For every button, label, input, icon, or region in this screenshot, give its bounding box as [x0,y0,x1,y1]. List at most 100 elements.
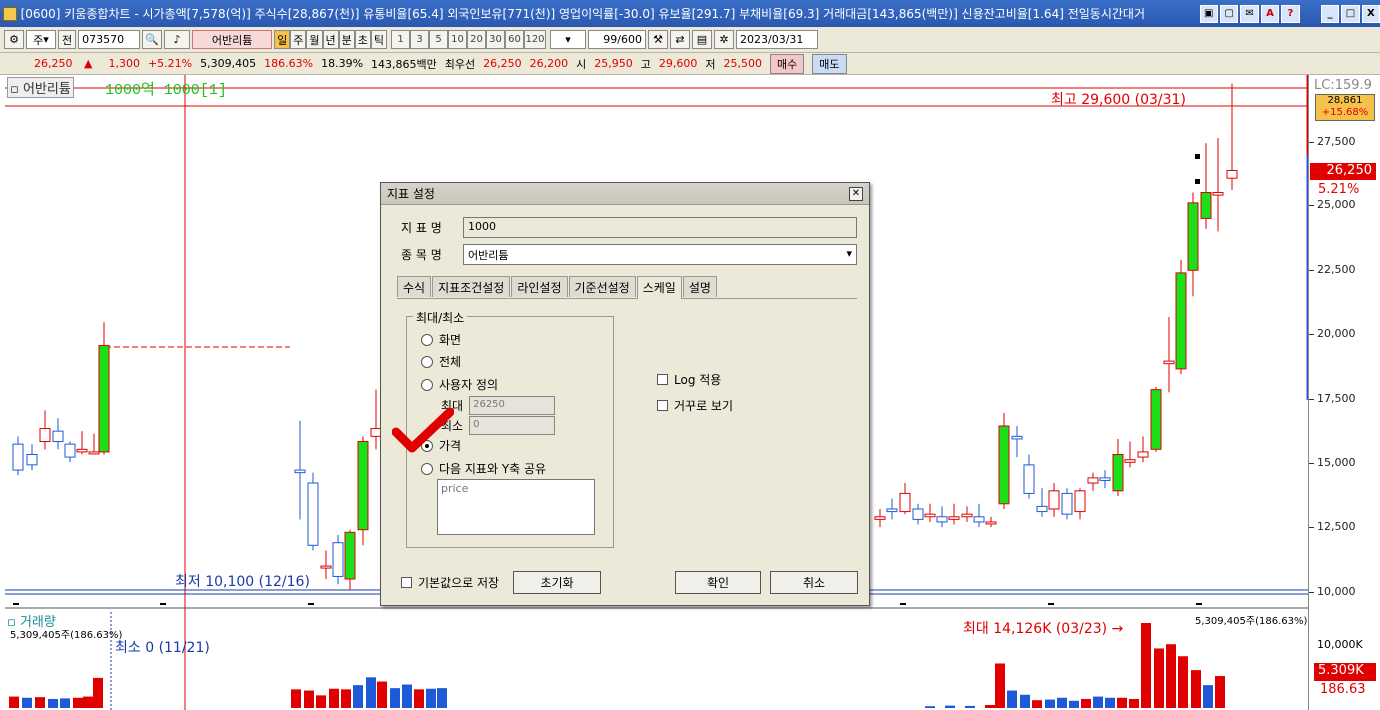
speaker-icon[interactable]: ♪ [164,30,191,49]
chart-stock-label: ▫ 어반리튬 [7,77,74,98]
checkbox-box [657,400,668,411]
name-field[interactable]: 1000 [463,217,857,238]
tab-baseline[interactable]: 기준선설정 [568,276,636,297]
candle-body [924,513,936,518]
help-button[interactable]: ? [1281,4,1300,23]
minute-60[interactable]: 60 [505,30,524,49]
volume-bar [1093,696,1103,708]
reset-button[interactable]: 초기화 [513,571,601,594]
tools-icon[interactable]: ⚒ [648,30,668,49]
quote-amount: 143,865백만 [371,57,437,71]
ytick-17500: 17,500 [1309,392,1356,405]
max-field[interactable]: 26250 [469,396,556,415]
volume-value: 5,309,405주(186.63%) [10,630,123,641]
volume-bar [1081,698,1091,708]
link-icon[interactable]: ⇄ [670,30,690,49]
date-input[interactable]: 2023/03/31 [736,30,818,49]
volume-bar [945,705,955,708]
close-button[interactable]: X [1361,4,1380,23]
minute-5[interactable]: 5 [429,30,448,49]
window-button[interactable]: ▢ [1219,4,1239,23]
period-tick[interactable]: 틱 [370,30,387,49]
minute-20[interactable]: 20 [467,30,486,49]
tab-scale[interactable]: 스케일 [636,276,682,299]
volume-bar [1166,644,1176,708]
candle-body [357,441,369,531]
jeon-button[interactable]: 전 [58,30,77,49]
radio-share-axis[interactable]: 다음 지표와 Y축 공유 [421,460,546,477]
ok-button[interactable]: 확인 [675,571,761,594]
radio-all[interactable]: 전체 [421,353,461,370]
radio-custom[interactable]: 사용자 정의 [421,376,498,393]
period-second[interactable]: 초 [354,30,371,49]
period-year[interactable]: 년 [322,30,339,49]
minute-120[interactable]: 120 [524,30,546,49]
candle-body [1112,454,1124,492]
tab-condition[interactable]: 지표조건설정 [432,276,511,297]
search-icon[interactable]: 🔍 [142,30,163,49]
stock-select[interactable]: 어반리튬 ▾ [463,244,857,265]
tab-line[interactable]: 라인설정 [511,276,568,297]
dialog-tabs: 수식 지표조건설정 라인설정 기준선설정 스케일 설명 [397,276,857,299]
period-select[interactable]: 주 ▾ [26,30,56,49]
volume-bar [60,698,70,708]
ytick-10000: 10,000 [1309,585,1356,598]
tab-description[interactable]: 설명 [682,276,717,297]
count-input[interactable]: 99/600 [588,30,646,49]
tile-button[interactable]: ▣ [1199,4,1218,23]
ytick-15000: 15,000 [1309,456,1356,469]
share-indicator-list[interactable]: price [437,479,595,535]
save-default-checkbox[interactable]: 기본값으로 저장 [401,574,499,591]
chevron-down-icon: ▾ [846,247,852,260]
period-day[interactable]: 일 [274,30,291,49]
stock-row: 종 목 명 어반리튬 ▾ [401,244,857,265]
minimize-button[interactable]: _ [1320,4,1340,23]
maximize-button[interactable]: □ [1341,4,1360,23]
volume-bar [1215,676,1225,708]
stock-name-field[interactable]: 어반리튬 [192,30,273,49]
volume-bar [291,689,301,708]
volume-bar [316,695,326,708]
save-icon[interactable]: ▤ [692,30,712,49]
quote-open-label: 시 [576,57,587,71]
buy-button[interactable]: 매수 [770,53,805,74]
candle-body [961,513,973,518]
gear-icon[interactable]: ✲ [714,30,734,49]
date-tick [308,603,314,605]
volume-bar [1129,698,1139,708]
custom-period-select[interactable]: ▾ [550,30,586,49]
ytick-20000: 20,000 [1309,327,1356,340]
font-button[interactable]: A [1260,4,1280,23]
period-week[interactable]: 주 [290,30,307,49]
volume-bar [965,705,975,708]
ytick-27500: 27,500 [1309,135,1356,148]
volume-bar [83,696,93,708]
minute-30[interactable]: 30 [486,30,505,49]
log-checkbox[interactable]: Log 적용 [657,371,721,388]
sell-button[interactable]: 매도 [812,53,847,74]
chart-settings-icon[interactable]: ⚙ [4,30,24,49]
period-minute[interactable]: 분 [338,30,355,49]
candle-body [985,521,997,525]
invert-checkbox[interactable]: 거꾸로 보기 [657,397,733,414]
volume-bar [1020,694,1030,708]
radio-screen[interactable]: 화면 [421,331,461,348]
minute-3[interactable]: 3 [410,30,429,49]
cancel-button[interactable]: 취소 [770,571,858,594]
minute-1[interactable]: 1 [391,30,410,49]
tab-formula[interactable]: 수식 [397,276,432,297]
mail-icon[interactable]: ✉ [1240,4,1259,23]
period-month[interactable]: 월 [306,30,323,49]
volume-bar [995,663,1005,708]
candle-body [294,469,306,474]
title-bar: [0600] 키움종합차트 - 시가총액[7,578(억)] 주식수[28,86… [0,0,1380,27]
volume-bar [1141,623,1151,708]
volume-bar [1045,699,1055,708]
indicator-label[interactable]: 1000억 1000[1] [105,78,227,99]
min-field[interactable]: 0 [469,416,556,435]
volume-bar [1032,700,1042,708]
dialog-close-button[interactable]: ✕ [849,187,863,201]
candle-body [874,516,886,520]
code-input[interactable]: 073570 [78,30,141,49]
minute-10[interactable]: 10 [448,30,467,49]
